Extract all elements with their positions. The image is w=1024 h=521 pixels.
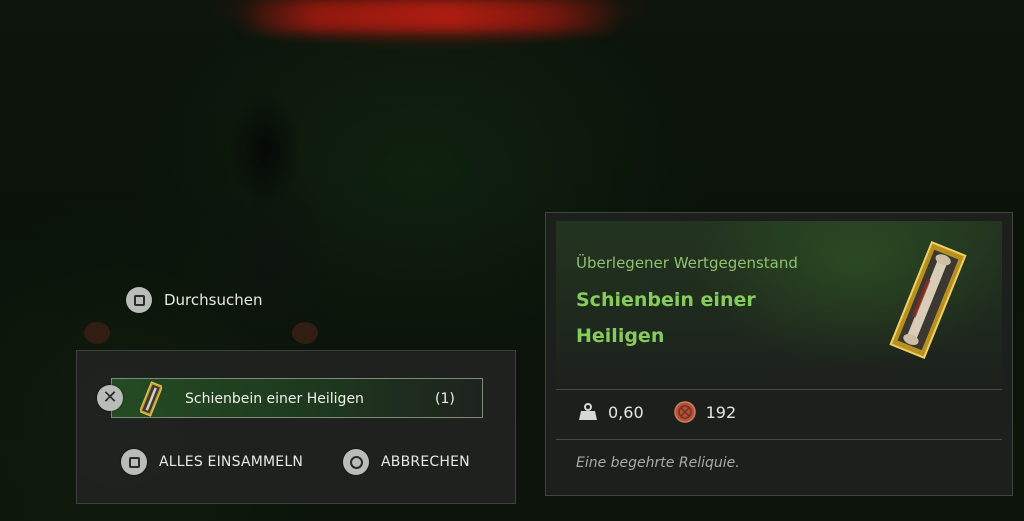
collect-all-label: ALLES EINSAMMELN: [159, 454, 304, 470]
item-rarity: Überlegener Wertgegenstand: [576, 254, 798, 272]
weight-icon: [579, 403, 597, 420]
square-button-icon: [121, 449, 147, 475]
search-label: Durchsuchen: [164, 291, 263, 309]
item-title-line1: Schienbein einer: [576, 289, 756, 311]
item-weight-value: 0,60: [608, 402, 644, 422]
tooltip-divider: [556, 439, 1002, 440]
item-title: Schienbein einer Heiligen: [576, 282, 796, 354]
tooltip-divider: [556, 389, 1002, 390]
circle-button-icon: [343, 449, 370, 475]
item-title-line2: Heiligen: [576, 325, 665, 347]
cross-button-icon: ✕: [97, 385, 123, 411]
relic-bone-icon: [889, 241, 967, 359]
item-stats: 0,60 192: [578, 401, 736, 423]
item-weight: 0,60: [578, 403, 644, 422]
item-value: 192: [673, 401, 737, 423]
item-value-amount: 192: [705, 402, 737, 422]
collect-all-button[interactable]: ALLES EINSAMMELN: [121, 449, 303, 475]
ambient-red-glow: [240, 0, 620, 32]
loot-item-quantity: (1): [435, 391, 455, 407]
search-prompt[interactable]: Durchsuchen: [126, 287, 262, 313]
square-button-icon: [126, 287, 152, 313]
character-hand-left: [84, 322, 110, 344]
cancel-label: ABBRECHEN: [381, 454, 470, 470]
item-tooltip: Überlegener Wertgegenstand Schienbein ei…: [545, 212, 1013, 496]
item-description: Eine begehrte Reliquie.: [576, 455, 740, 471]
loot-panel: ✕ Schienbein einer Heiligen (1) ALLES EI…: [76, 350, 516, 504]
loot-item-name: Schienbein einer Heiligen: [185, 391, 364, 407]
loot-actions: ALLES EINSAMMELN ABBRECHEN: [121, 449, 470, 475]
relic-bone-icon: [140, 381, 162, 417]
character-hand-right: [292, 322, 318, 344]
cancel-button[interactable]: ABBRECHEN: [343, 449, 470, 475]
coin-icon: [673, 401, 696, 423]
